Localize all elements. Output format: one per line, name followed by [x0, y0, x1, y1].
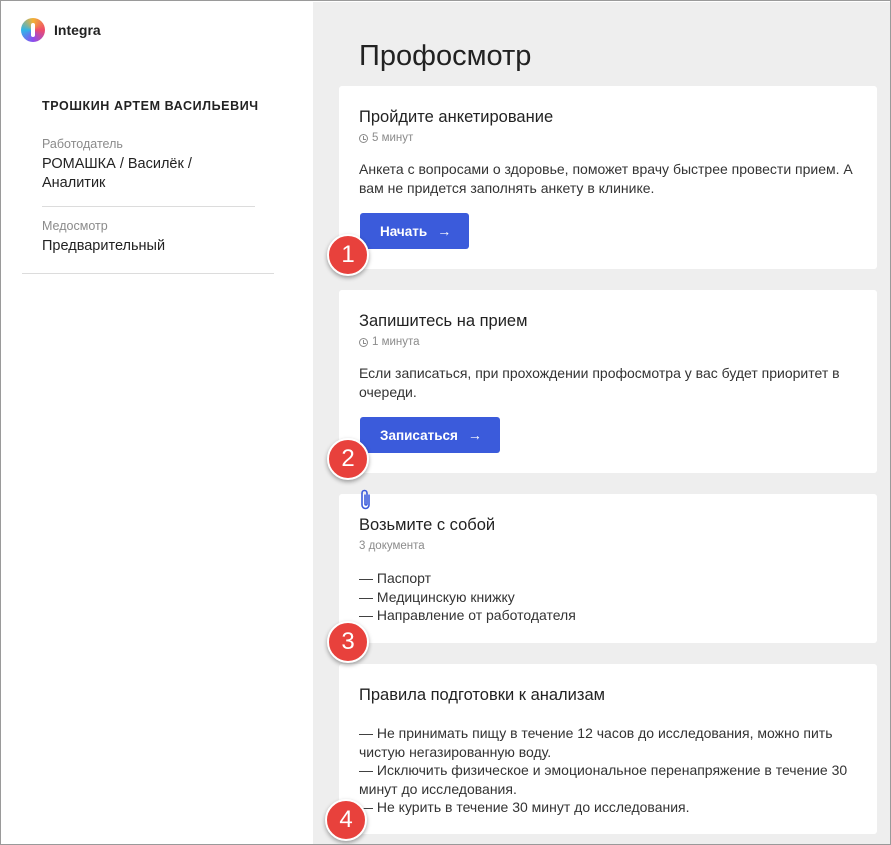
integra-logo-icon [21, 18, 45, 42]
documents-list: — Паспорт — Медицинскую книжку — Направл… [359, 569, 859, 625]
list-item: — Исключить физическое и эмоциональное п… [359, 762, 848, 797]
main-content: Профосмотр Пройдите анкетирование 5 мину… [313, 2, 890, 844]
list-item: — Не курить в течение 30 минут до исслед… [359, 799, 690, 815]
preparation-rules-card: Правила подготовки к анализам — Не прини… [339, 664, 877, 834]
card-description: Анкета с вопросами о здоровье, поможет в… [359, 161, 853, 196]
documents-card: Возьмите с собой 3 документа — Паспорт —… [339, 489, 877, 643]
card-meta-text: 1 минута [372, 336, 420, 348]
page-title: Профосмотр [359, 40, 532, 72]
divider [42, 206, 255, 207]
card-title: Запишитесь на прием [359, 312, 528, 330]
questionnaire-card: Пройдите анкетирование 5 минут Анкета с … [339, 86, 877, 269]
annotation-badge-2: 2 [327, 438, 369, 480]
user-name: ТРОШКИН АРТЕМ ВАСИЛЬЕВИЧ [42, 99, 259, 113]
paperclip-icon [361, 489, 370, 510]
appointment-card: Запишитесь на прием 1 минута Если записа… [339, 290, 877, 473]
app-frame: Integra ТРОШКИН АРТЕМ ВАСИЛЬЕВИЧ Работод… [0, 0, 891, 845]
card-meta-text: 5 минут [372, 132, 414, 144]
exam-block: Медосмотр Предварительный [42, 219, 242, 256]
list-item: — Медицинскую книжку [359, 588, 515, 605]
card-title: Возьмите с собой [359, 516, 496, 534]
start-button[interactable]: Начать → [360, 213, 470, 249]
logo-text: Integra [54, 22, 101, 38]
card-meta: 5 минут [359, 132, 413, 144]
clock-icon [359, 133, 368, 143]
logo[interactable]: Integra [21, 18, 101, 42]
card-title: Правила подготовки к анализам [359, 686, 605, 704]
book-button-label: Записаться [380, 427, 458, 443]
sidebar: Integra ТРОШКИН АРТЕМ ВАСИЛЬЕВИЧ Работод… [2, 2, 313, 844]
annotation-badge-4: 4 [325, 799, 367, 841]
card-description: Если записаться, при прохождении профосм… [359, 365, 840, 400]
card-title: Пройдите анкетирование [359, 108, 554, 126]
employer-label: Работодатель [42, 137, 123, 151]
arrow-right-icon: → [437, 223, 452, 239]
rules-list: — Не принимать пищу в течение 12 часов д… [359, 724, 859, 817]
start-button-label: Начать [380, 223, 428, 239]
clock-icon [359, 337, 368, 347]
card-meta-text: 3 документа [359, 540, 425, 552]
list-item: — Направление от работодателя [359, 607, 576, 623]
book-button[interactable]: Записаться → [360, 417, 500, 453]
annotation-badge-3: 3 [327, 621, 369, 663]
employer-value: РОМАШКА / Василёк / Аналитик [42, 156, 192, 191]
exam-value: Предварительный [42, 238, 166, 254]
divider [22, 273, 274, 274]
list-item: — Паспорт [359, 570, 431, 586]
list-item: — Не принимать пищу в течение 12 часов д… [359, 725, 833, 760]
annotation-badge-1: 1 [327, 234, 369, 276]
arrow-right-icon: → [467, 427, 482, 443]
employer-block: Работодатель РОМАШКА / Василёк / Аналити… [42, 137, 242, 193]
exam-label: Медосмотр [42, 219, 108, 233]
card-meta: 1 минута [359, 336, 420, 348]
